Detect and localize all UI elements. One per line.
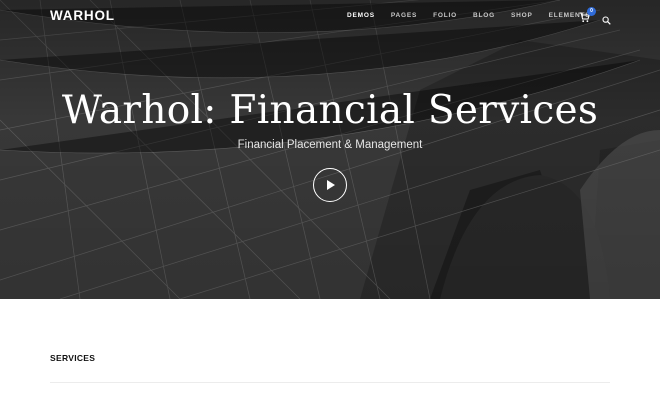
main-menu: DEMOS PAGES FOLIO BLOG SHOP ELEMENTS: [347, 12, 606, 19]
nav-item-blog[interactable]: BLOG: [473, 12, 495, 19]
hero-section: WARHOL DEMOS PAGES FOLIO BLOG SHOP ELEME…: [0, 0, 660, 299]
nav-item-pages[interactable]: PAGES: [391, 12, 417, 19]
play-video-button[interactable]: [313, 168, 347, 202]
search-icon: [602, 16, 611, 25]
cart-button[interactable]: 0: [579, 7, 596, 23]
cart-count-badge: 0: [587, 7, 596, 16]
nav-item-demos[interactable]: DEMOS: [347, 12, 375, 19]
services-section-title: SERVICES: [50, 353, 96, 363]
section-divider: [50, 382, 610, 383]
top-navbar: WARHOL DEMOS PAGES FOLIO BLOG SHOP ELEME…: [0, 0, 660, 34]
hero-subtitle: Financial Placement & Management: [237, 139, 423, 151]
nav-item-folio[interactable]: FOLIO: [433, 12, 457, 19]
site-logo[interactable]: WARHOL: [50, 8, 115, 23]
search-button[interactable]: [602, 12, 611, 25]
play-icon: [327, 180, 335, 190]
nav-item-shop[interactable]: SHOP: [511, 12, 533, 19]
hero-title: Warhol: Financial Services: [61, 88, 599, 133]
